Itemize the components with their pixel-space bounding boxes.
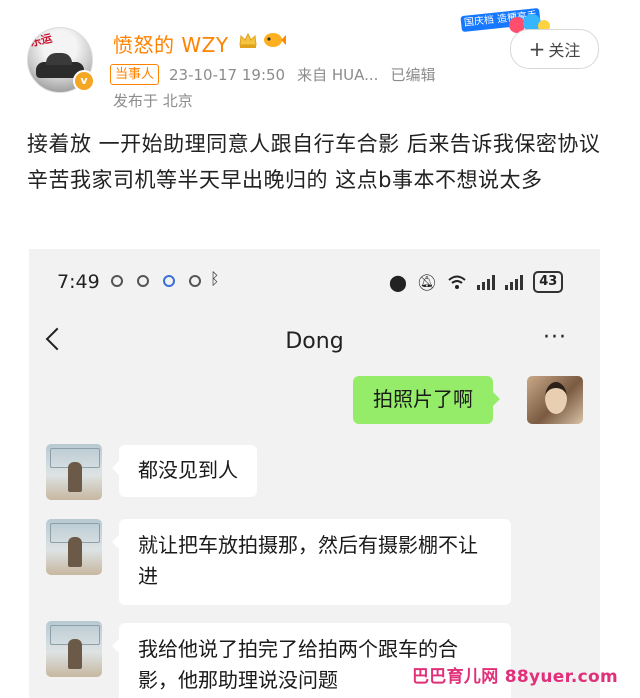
post-time: 23-10-17 19:50 (169, 65, 286, 84)
author-name[interactable]: 愤怒的 WZY (113, 29, 229, 58)
chat-screenshot-image[interactable]: 7:49 ᛒ ⬤ 🔕︎ 43 Dong ··· 拍照片了啊 都没见到人 就让把车… (29, 249, 600, 698)
location-pin-icon: ⬤ (389, 272, 407, 292)
post-meta: 当事人 23-10-17 19:50 来自 HUA... 已编辑 (110, 64, 435, 85)
crown-icon (239, 32, 257, 48)
post-location: 发布于 北京 (113, 92, 193, 110)
battery-indicator: 43 (533, 271, 564, 293)
status-right: ⬤ 🔕︎ 43 (389, 271, 564, 293)
signal-icon (477, 274, 497, 290)
wifi-icon (448, 275, 466, 289)
signal-icon (505, 274, 525, 290)
contact-avatar[interactable] (46, 519, 102, 575)
status-time: 7:49 (57, 271, 100, 293)
site-watermark: 巴巴育儿网 88yuer.com (412, 667, 618, 687)
follow-button[interactable]: + 关注 (510, 29, 599, 69)
message-bubble-incoming[interactable]: 都没见到人 (112, 445, 257, 497)
contact-avatar[interactable] (46, 444, 102, 500)
notification-icon (137, 275, 149, 287)
status-app-icons (111, 275, 215, 287)
verified-badge-icon: v (73, 70, 95, 92)
more-icon[interactable]: ··· (543, 325, 567, 350)
notification-icon (189, 275, 201, 287)
role-tag: 当事人 (110, 64, 160, 85)
my-avatar[interactable] (527, 376, 583, 424)
follow-label: 关注 (548, 41, 581, 60)
notification-icon (163, 275, 175, 287)
contact-avatar[interactable] (46, 621, 102, 677)
post-body: 接着放 一开始助理同意人跟自行车合影 后来告诉我保密协议 辛苦我家司机等半天早出… (27, 132, 601, 192)
mute-icon: 🔕︎ (416, 272, 438, 292)
message-bubble-incoming[interactable]: 就让把车放拍摄那，然后有摄影棚不让进 (112, 519, 511, 605)
plus-icon: + (528, 37, 546, 61)
avatar-decoration: 乐运 (28, 31, 54, 50)
message-bubble-outgoing[interactable]: 拍照片了啊 (353, 376, 500, 424)
post-source[interactable]: 来自 HUA... (297, 64, 378, 85)
fan-badge-icon (264, 33, 286, 47)
edited-label[interactable]: 已编辑 (390, 64, 435, 85)
bluetooth-icon: ᛒ (210, 269, 220, 288)
chat-title: Dong (285, 329, 344, 354)
notification-icon (111, 275, 123, 287)
